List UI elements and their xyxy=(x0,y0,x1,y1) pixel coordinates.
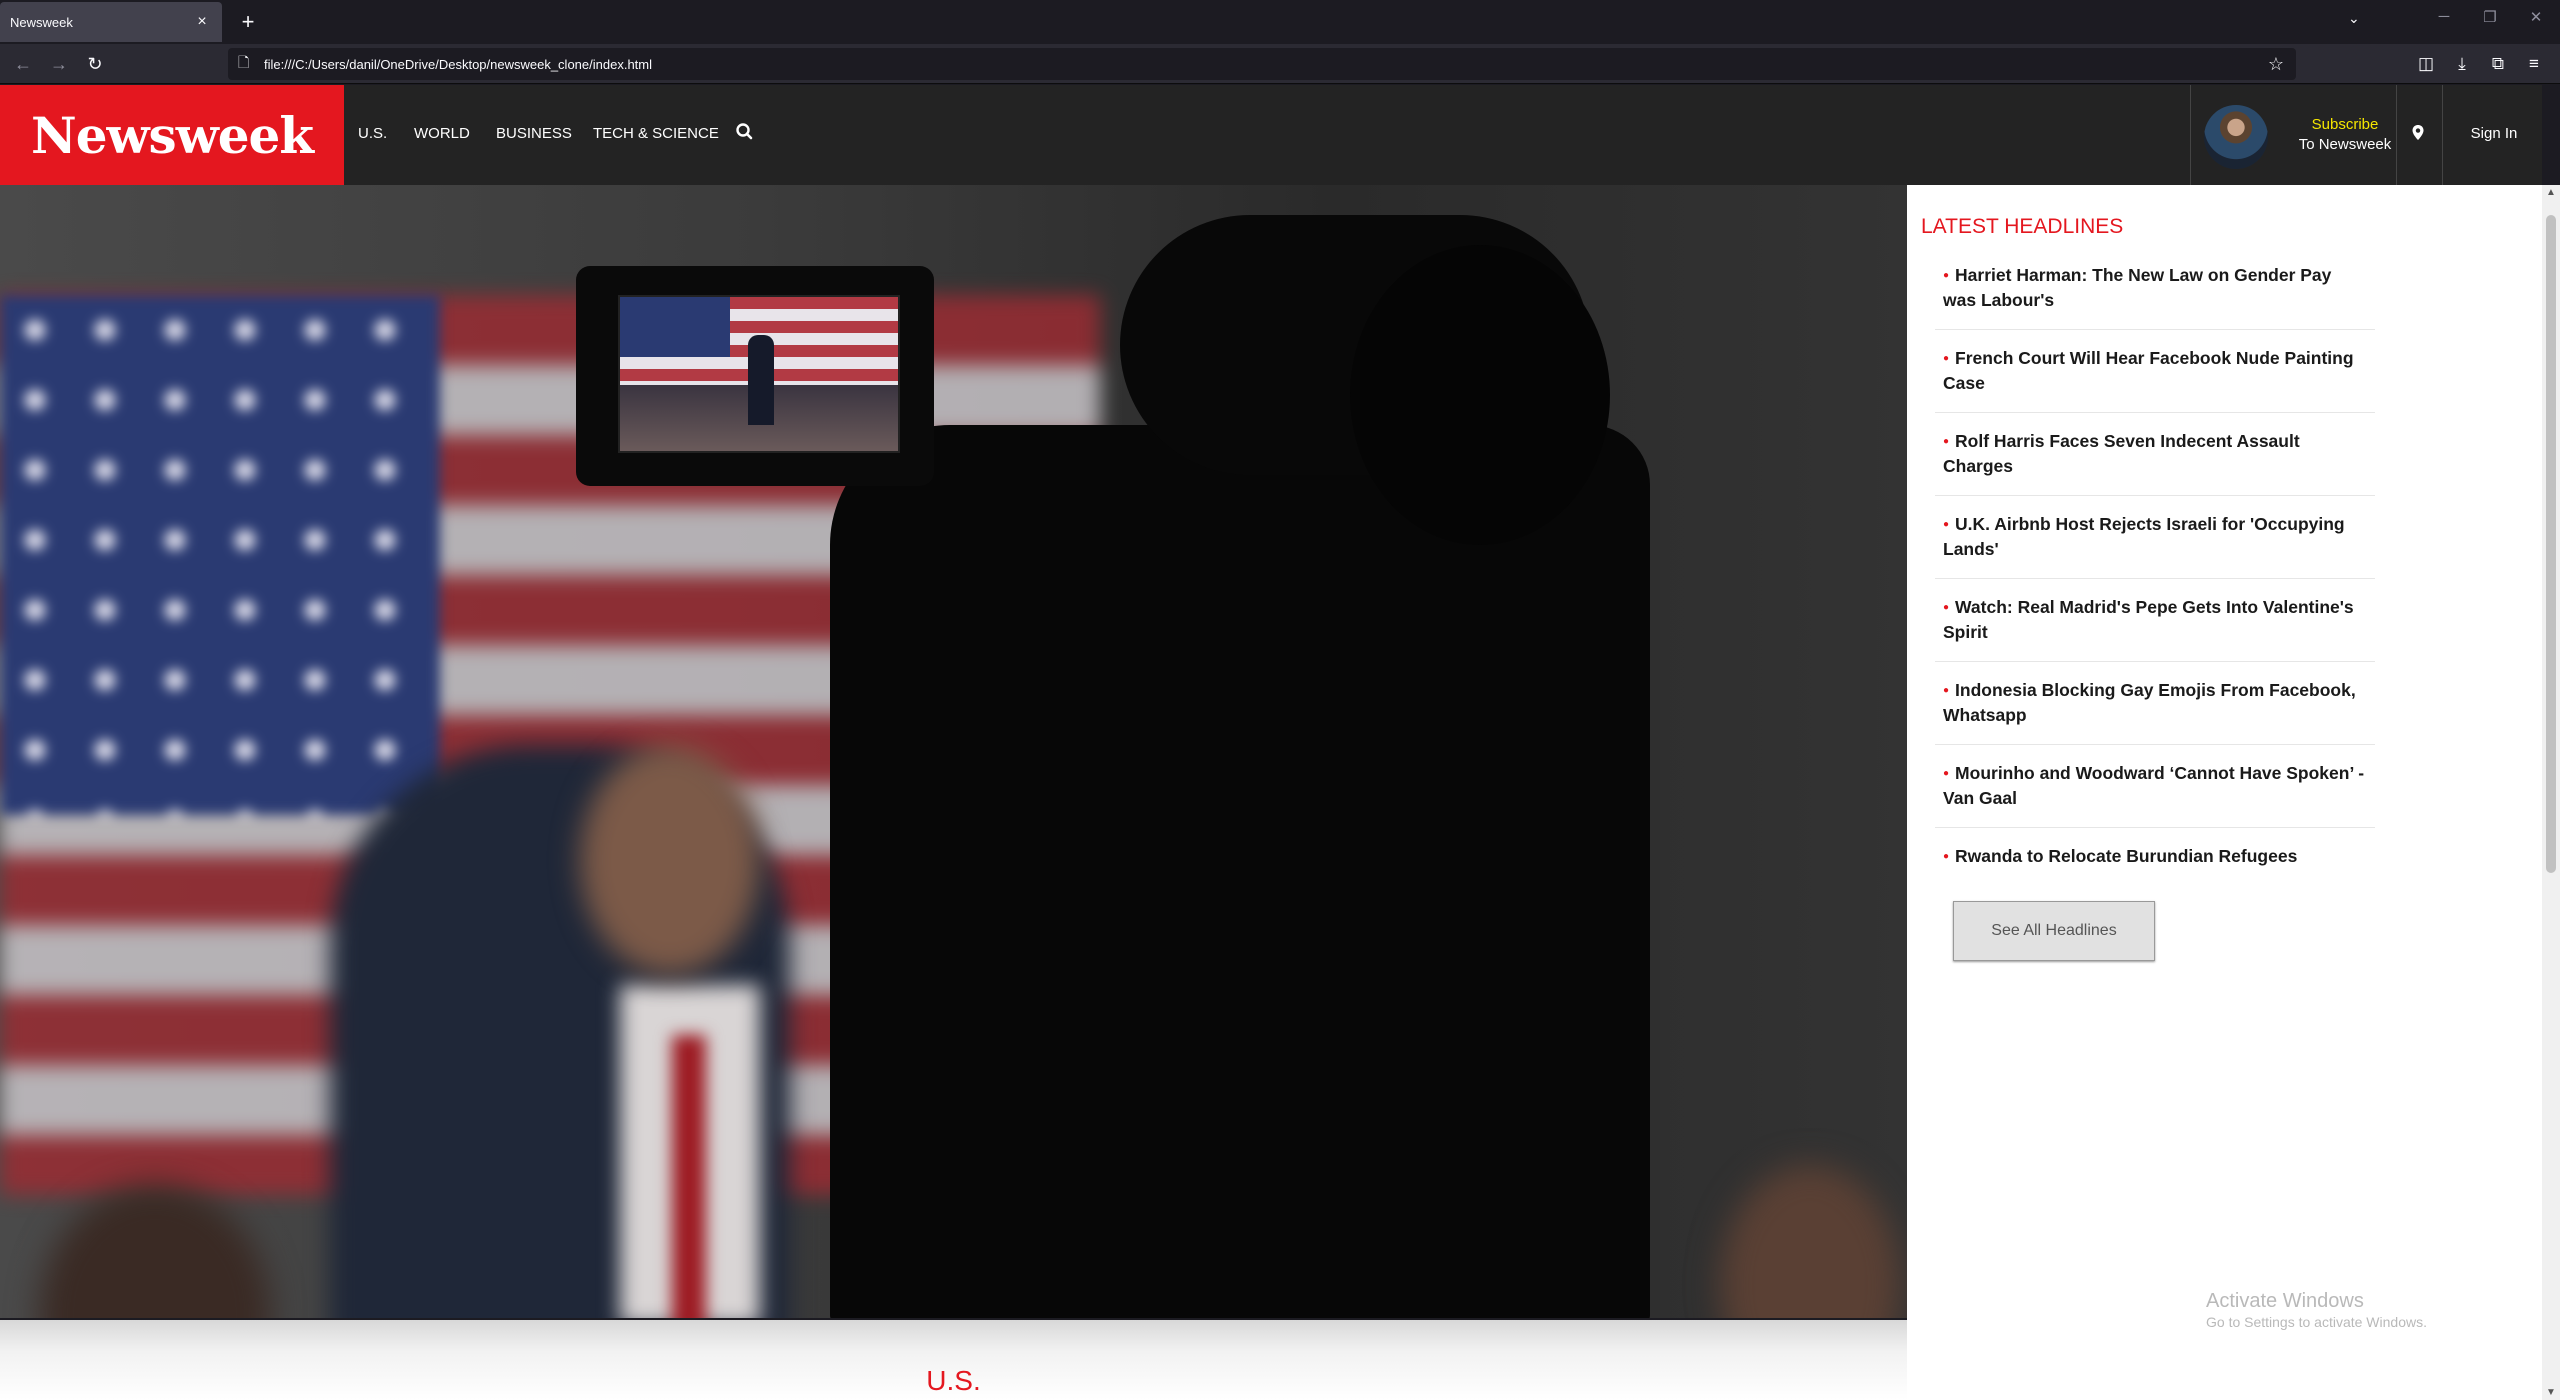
headline-item[interactable]: ● Rolf Harris Faces Seven Indecent Assaul… xyxy=(1935,413,2375,496)
activate-windows-subtitle: Go to Settings to activate Windows. xyxy=(2206,1314,2427,1330)
headline-text[interactable]: French Court Will Hear Facebook Nude Pai… xyxy=(1943,348,2354,393)
hero-screen-canton xyxy=(620,297,730,357)
headline-item[interactable]: ● Watch: Real Madrid's Pepe Gets Into Val… xyxy=(1935,579,2375,662)
activate-windows-title: Activate Windows xyxy=(2206,1290,2364,1312)
bullet-icon: ● xyxy=(1943,519,1950,530)
scroll-down-icon[interactable]: ▼ xyxy=(2542,1387,2560,1398)
bullet-icon: ● xyxy=(1943,353,1950,364)
reload-icon[interactable]: ↻ xyxy=(82,52,108,76)
see-all-headlines-button[interactable]: See All Headlines xyxy=(1953,901,2155,961)
bullet-icon: ● xyxy=(1943,851,1950,862)
latest-headlines-sidebar: LATEST HEADLINES ● Harriet Harman: The Ne… xyxy=(1907,185,2542,1400)
headline-item[interactable]: ● Indonesia Blocking Gay Emojis From Face… xyxy=(1935,662,2375,745)
newsweek-logo[interactable]: Newsweek xyxy=(0,85,344,185)
new-tab-button[interactable]: + xyxy=(234,8,262,36)
url-bar[interactable]: 🗋 file:///C:/Users/danil/OneDrive/Deskto… xyxy=(228,48,2296,80)
hero-speaker-tie xyxy=(672,1035,706,1318)
scroll-up-icon[interactable]: ▲ xyxy=(2542,187,2560,198)
browser-tab[interactable]: Newsweek × xyxy=(0,2,222,42)
bullet-icon: ● xyxy=(1943,768,1950,779)
header-divider xyxy=(2396,85,2397,185)
tab-title: Newsweek xyxy=(10,14,73,30)
headline-text[interactable]: Mourinho and Woodward ‘Cannot Have Spoke… xyxy=(1943,763,2364,808)
close-window-icon[interactable]: ✕ xyxy=(2516,8,2556,26)
headline-item[interactable]: ● U.K. Airbnb Host Rejects Israeli for 'O… xyxy=(1935,496,2375,579)
headline-item[interactable]: ● French Court Will Hear Facebook Nude Pa… xyxy=(1935,330,2375,413)
browser-nav-bar: ← → ↻ 🗋 file:///C:/Users/danil/OneDrive/… xyxy=(0,44,2560,84)
subscribe-link[interactable]: Subscribe xyxy=(2280,116,2410,133)
bullet-icon: ● xyxy=(1943,685,1950,696)
subscribe-subtitle[interactable]: To Newsweek xyxy=(2280,136,2410,153)
pocket-icon[interactable]: ◫ xyxy=(2412,52,2440,76)
bullet-icon: ● xyxy=(1943,436,1950,447)
hero-camera-body xyxy=(830,425,1650,1318)
url-text: file:///C:/Users/danil/OneDrive/Desktop/… xyxy=(264,56,653,72)
hero-image[interactable] xyxy=(0,185,1907,1318)
headline-item[interactable]: ● Mourinho and Woodward ‘Cannot Have Spok… xyxy=(1935,745,2375,828)
page-scrollbar[interactable]: ▲ ▼ xyxy=(2542,185,2560,1400)
sign-in-link[interactable]: Sign In xyxy=(2444,125,2544,142)
tab-list-chevron-icon[interactable]: ⌄ xyxy=(2348,10,2360,27)
headline-item[interactable]: ● Rwanda to Relocate Burundian Refugees xyxy=(1935,828,2375,885)
headline-text[interactable]: Indonesia Blocking Gay Emojis From Faceb… xyxy=(1943,680,2356,725)
nav-business[interactable]: BUSINESS xyxy=(496,125,572,142)
nav-world[interactable]: WORLD xyxy=(414,125,470,142)
header-divider xyxy=(2190,85,2191,185)
headline-text[interactable]: U.K. Airbnb Host Rejects Israeli for 'Oc… xyxy=(1943,514,2345,559)
headline-text[interactable]: Watch: Real Madrid's Pepe Gets Into Vale… xyxy=(1943,597,2354,642)
headline-text[interactable]: Harriet Harman: The New Law on Gender Pa… xyxy=(1943,265,2331,310)
hero-flag-canton xyxy=(0,295,440,815)
scroll-thumb[interactable] xyxy=(2546,215,2556,873)
bookmark-star-icon[interactable]: ☆ xyxy=(2268,54,2284,75)
location-pin-icon[interactable] xyxy=(2408,123,2428,143)
hero-screen-speaker xyxy=(748,335,774,425)
download-icon[interactable]: ⤓ xyxy=(2448,52,2476,76)
back-arrow-icon[interactable]: ← xyxy=(10,52,36,76)
forward-arrow-icon[interactable]: → xyxy=(46,52,72,76)
menu-icon[interactable]: ≡ xyxy=(2520,52,2548,76)
extensions-icon[interactable]: ⧉ xyxy=(2484,52,2512,76)
bullet-icon: ● xyxy=(1943,602,1950,613)
hero-camera-lens xyxy=(1350,245,1610,545)
hero-speaker-head xyxy=(580,745,760,975)
avatar xyxy=(2204,105,2268,169)
file-icon: 🗋 xyxy=(238,54,250,70)
nav-us[interactable]: U.S. xyxy=(358,125,387,142)
browser-tab-bar: Newsweek × + ⌄ ─ ❐ ✕ xyxy=(0,0,2560,44)
header-divider xyxy=(2442,85,2443,185)
nav-tech-science[interactable]: TECH & SCIENCE xyxy=(593,125,719,142)
headline-text[interactable]: Rwanda to Relocate Burundian Refugees xyxy=(1955,846,2297,866)
search-icon[interactable] xyxy=(734,121,756,143)
headline-text[interactable]: Rolf Harris Faces Seven Indecent Assault… xyxy=(1943,431,2300,476)
sidebar-title: LATEST HEADLINES xyxy=(1921,215,2124,238)
site-header: Newsweek U.S. WORLD BUSINESS TECH & SCIE… xyxy=(0,85,2542,185)
minimize-icon[interactable]: ─ xyxy=(2424,8,2464,25)
bullet-icon: ● xyxy=(1943,270,1950,281)
headline-list: ● Harriet Harman: The New Law on Gender P… xyxy=(1935,247,2375,885)
section-title[interactable]: U.S. xyxy=(0,1365,1907,1397)
restore-icon[interactable]: ❐ xyxy=(2470,8,2510,26)
tab-close-icon[interactable]: × xyxy=(192,13,212,31)
headline-item[interactable]: ● Harriet Harman: The New Law on Gender P… xyxy=(1935,247,2375,330)
